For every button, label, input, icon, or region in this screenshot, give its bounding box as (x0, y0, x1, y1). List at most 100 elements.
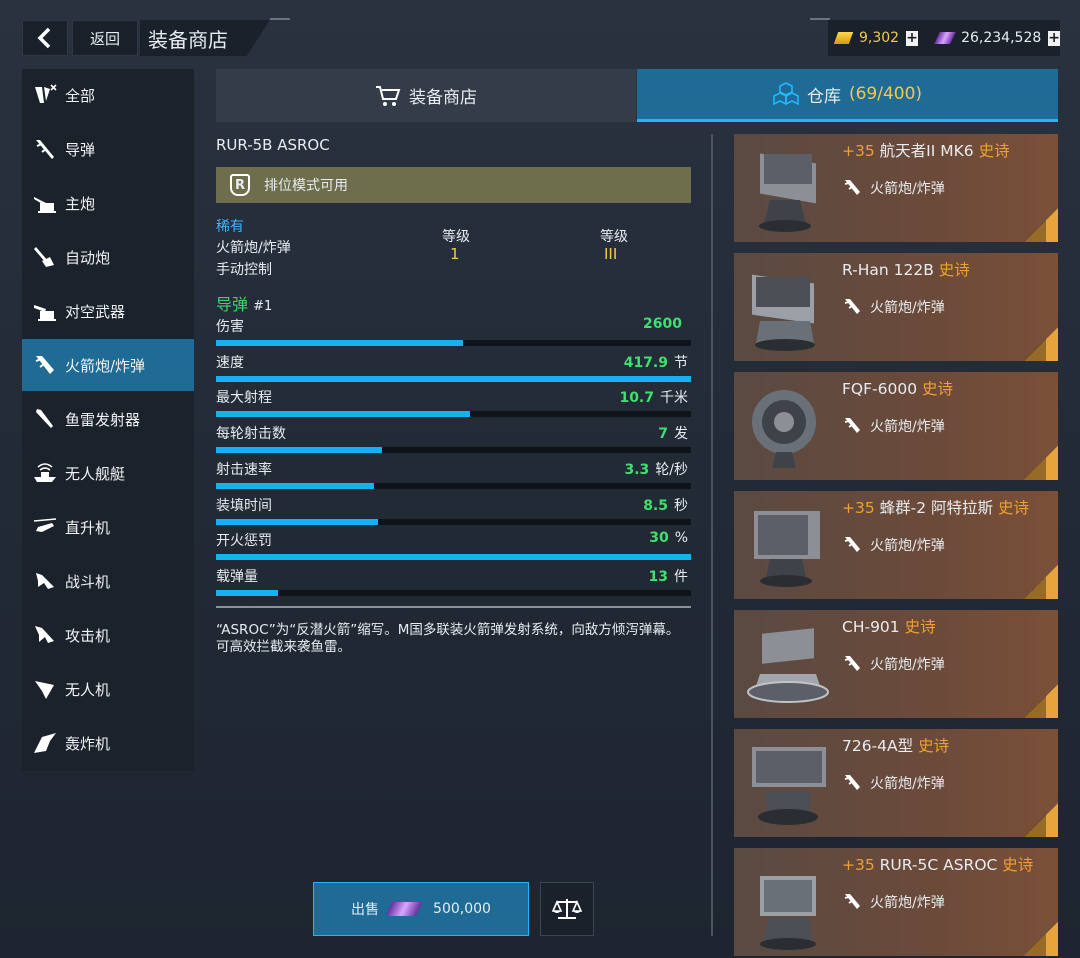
card-title: R-Han 122B 史诗 (842, 258, 970, 280)
rocket-icon (844, 180, 860, 195)
stat-number: 2600 (643, 316, 682, 332)
sidebar-item-anti-air[interactable]: 对空武器 (22, 285, 194, 337)
weapon-thumbnail (740, 140, 836, 236)
warehouse-card[interactable]: R-Han 122B 史诗 火箭炮/炸弹 (734, 253, 1058, 361)
rarity-label: 史诗 (922, 380, 954, 398)
sidebar-item-bomber[interactable]: 轰炸机 (22, 717, 194, 769)
weapon-name: 航天者II MK6 (879, 142, 974, 160)
card-title: CH-901 史诗 (842, 615, 936, 637)
stat-unit: 轮/秒 (655, 461, 688, 478)
weapon-name: CH-901 (842, 618, 900, 636)
back-label-button[interactable]: 返回 (72, 20, 138, 56)
stat-number: 10.7 (619, 390, 654, 407)
sidebar-item-missile[interactable]: 导弹 (22, 123, 194, 175)
stat-number: 8.5 (643, 497, 668, 514)
sidebar-item-main-gun[interactable]: 主炮 (22, 177, 194, 229)
drone-boat-icon (30, 461, 60, 485)
warehouse-card[interactable]: +35 航天者II MK6 史诗火箭炮/炸弹 (734, 134, 1058, 242)
corner-stripe (1024, 220, 1046, 242)
weapon-thumbnail (740, 259, 836, 355)
card-title: +35 航天者II MK6 史诗 (842, 139, 1010, 161)
stat-bar (216, 518, 691, 525)
stat-bar-fill (216, 340, 463, 346)
level-value: 1 (450, 245, 460, 263)
stat-value: 30% (649, 530, 688, 546)
category-label: 火箭炮/炸弹 (870, 538, 945, 554)
card-title: +35 RUR-5C ASROC 史诗 (842, 853, 1033, 875)
warehouse-card[interactable]: CH-901 史诗 火箭炮/炸弹 (734, 610, 1058, 718)
gold-icon (833, 32, 854, 44)
weapon-name: RUR-5C ASROC (879, 856, 998, 874)
category-label: 火箭炮/炸弹 (870, 776, 945, 792)
sidebar-item-autocannon[interactable]: 自动炮 (22, 231, 194, 283)
currency-bar: 9,302 + 26,234,528 + (828, 20, 1060, 56)
stat-bar (216, 340, 691, 346)
warehouse-card[interactable]: +35 RUR-5C ASROC 史诗 火箭炮/炸弹 (734, 848, 1058, 956)
weapon-thumbnail (740, 616, 836, 712)
stat-value: 7发 (658, 423, 688, 443)
stat-unit: 发 (674, 426, 688, 443)
category-label: 火箭炮/炸弹 (870, 419, 945, 435)
sidebar-item-drone-boat[interactable]: 无人舰艇 (22, 447, 194, 499)
warehouse-card[interactable]: FQF-6000 史诗 火箭炮/炸弹 (734, 372, 1058, 480)
sidebar-item-fighter[interactable]: 战斗机 (22, 555, 194, 607)
boxes-icon (773, 82, 799, 106)
stat-label: 最大射程 (216, 390, 272, 407)
card-category: 火箭炮/炸弹 (842, 297, 945, 317)
rarity-label: 史诗 (918, 737, 950, 755)
rocket-icon (844, 537, 860, 552)
stat-bar (216, 447, 691, 454)
sidebar-item-rocket[interactable]: 火箭炮/炸弹 (22, 339, 194, 391)
card-category: 火箭炮/炸弹 (842, 654, 945, 674)
main-gun-icon (30, 191, 60, 215)
sidebar-item-torpedo[interactable]: 鱼雷发射器 (22, 393, 194, 445)
corner-stripe (1024, 696, 1046, 718)
rarity-label: 史诗 (1002, 856, 1034, 874)
weapon-name: 726-4A型 (842, 737, 914, 755)
rank-mode-badge: R 排位模式可用 (216, 167, 691, 203)
level-header: 等级 (442, 229, 470, 245)
warehouse-card[interactable]: 726-4A型 史诗火箭炮/炸弹 (734, 729, 1058, 837)
card-category: 火箭炮/炸弹 (842, 416, 945, 436)
add-gold-button[interactable]: + (906, 30, 918, 46)
crystal-amount: 26,234,528 (961, 30, 1042, 46)
weapon-thumbnail (740, 735, 836, 831)
stat-bar-fill (216, 554, 691, 561)
gold-amount: 9,302 (859, 30, 900, 46)
sidebar-item-helicopter[interactable]: 直升机 (22, 501, 194, 553)
tier-header: 等级 (600, 229, 628, 245)
rocket-icon (844, 299, 860, 314)
corner-stripe (1024, 458, 1046, 480)
weapon-thumbnail (740, 497, 836, 593)
sidebar-item-all[interactable]: 全部 (22, 69, 194, 121)
corner-stripe (1024, 934, 1046, 956)
stat-bar-fill (216, 482, 375, 489)
crystal-icon (933, 32, 956, 44)
rarity-label: 史诗 (904, 618, 936, 636)
torpedo-icon (30, 407, 60, 431)
add-crystal-button[interactable]: + (1048, 30, 1060, 46)
stat-value: 13 件 (649, 566, 688, 586)
rocket-icon (30, 353, 60, 377)
stat-label: 载弹量 (216, 568, 258, 585)
stat-number: 3.3 (624, 461, 650, 478)
sell-button[interactable]: 出售 500,000 (313, 882, 529, 936)
missile-icon (30, 137, 60, 161)
stat-unit: % (674, 530, 688, 547)
compare-button[interactable] (540, 882, 594, 936)
category-label: 火箭炮/炸弹 (870, 181, 945, 197)
stat-bar (216, 411, 691, 418)
sidebar-item-attack-plane[interactable]: 攻击机 (22, 609, 194, 661)
chevron-left-icon (37, 27, 51, 49)
anti-air-icon (30, 299, 60, 323)
stat-label: 开火惩罚 (216, 533, 272, 550)
tab-warehouse[interactable]: 仓库 (69/400) (637, 69, 1058, 122)
back-button[interactable] (22, 20, 68, 56)
stat-bar (216, 482, 691, 489)
sidebar-item-uav[interactable]: 无人机 (22, 663, 194, 715)
stat-bar-fill (216, 447, 383, 454)
tab-equipment-shop[interactable]: 装备商店 (216, 69, 636, 122)
stat-label: 伤害 (216, 319, 244, 335)
corner-stripe (1024, 577, 1046, 599)
warehouse-card[interactable]: +35 蜂群-2 阿特拉斯 史诗 火箭炮/炸弹 (734, 491, 1058, 599)
